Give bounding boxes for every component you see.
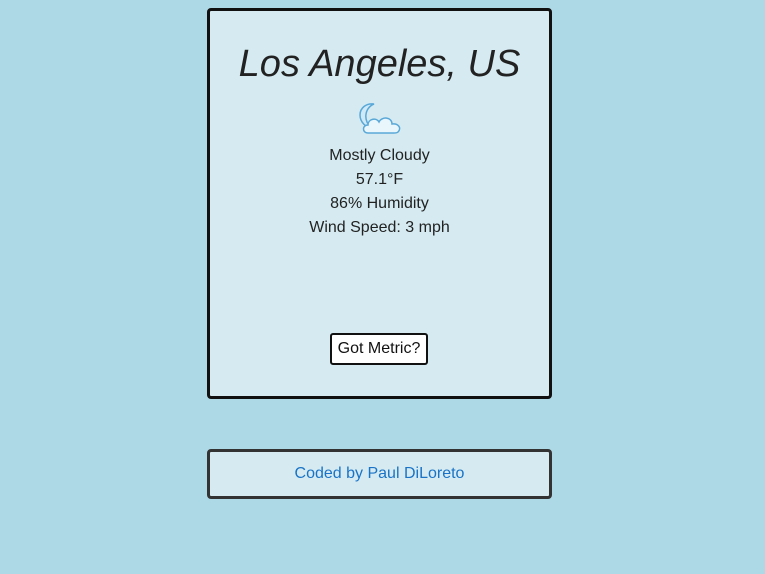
moon-cloud-icon: [354, 100, 406, 140]
weather-description: Mostly Cloudy: [329, 147, 430, 164]
temperature-value: 57.1°F: [355, 171, 404, 188]
humidity-value: 86% Humidity: [330, 195, 429, 212]
weather-card: Los Angeles, US Mostly Cloudy 57.1°F 86%…: [207, 8, 552, 399]
metric-toggle-button[interactable]: Got Metric?: [330, 333, 428, 365]
author-credit-link[interactable]: Coded by Paul DiLoreto: [295, 465, 465, 482]
city-heading: Los Angeles, US: [238, 43, 521, 85]
footer-credit-box: Coded by Paul DiLoreto: [207, 449, 552, 499]
wind-speed-value: Wind Speed: 3 mph: [309, 219, 450, 236]
